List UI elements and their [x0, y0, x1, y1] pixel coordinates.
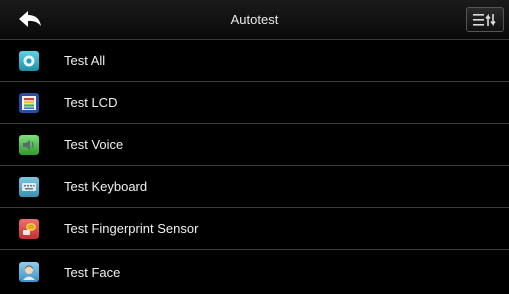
list-item-label: Test All: [64, 53, 106, 68]
back-button[interactable]: [8, 4, 52, 34]
list-item-label: Test Keyboard: [64, 179, 148, 194]
face-icon: [19, 262, 39, 282]
list-item-label: Test Face: [64, 264, 121, 280]
list-item-label: Test LCD: [64, 95, 118, 110]
list-item-test-keyboard[interactable]: Test Keyboard: [0, 166, 509, 208]
page-title: Autotest: [230, 12, 279, 27]
list-item-label: Test Voice: [64, 137, 124, 152]
list-item-label: Test Fingerprint Sensor: [64, 221, 199, 236]
list-item-test-face[interactable]: Test Face: [0, 250, 509, 294]
list-item-test-voice[interactable]: Test Voice: [0, 124, 509, 166]
keyboard-icon: [19, 176, 39, 197]
list-item-test-fingerprint-sensor[interactable]: Test Fingerprint Sensor: [0, 208, 509, 250]
back-arrow-icon: [19, 11, 41, 27]
voice-icon: [19, 134, 39, 155]
sort-menu-icon: [473, 13, 496, 26]
title-bar: Autotest: [0, 0, 509, 40]
autotest-list: Test All Test LCD Test Voice Test Keyboa…: [0, 40, 509, 294]
lcd-icon: [19, 92, 39, 113]
list-item-test-lcd[interactable]: Test LCD: [0, 82, 509, 124]
fingerprint-icon: [19, 218, 39, 239]
list-item-test-all[interactable]: Test All: [0, 40, 509, 82]
test-all-icon: [19, 50, 39, 71]
sort-menu-button[interactable]: [466, 7, 504, 32]
